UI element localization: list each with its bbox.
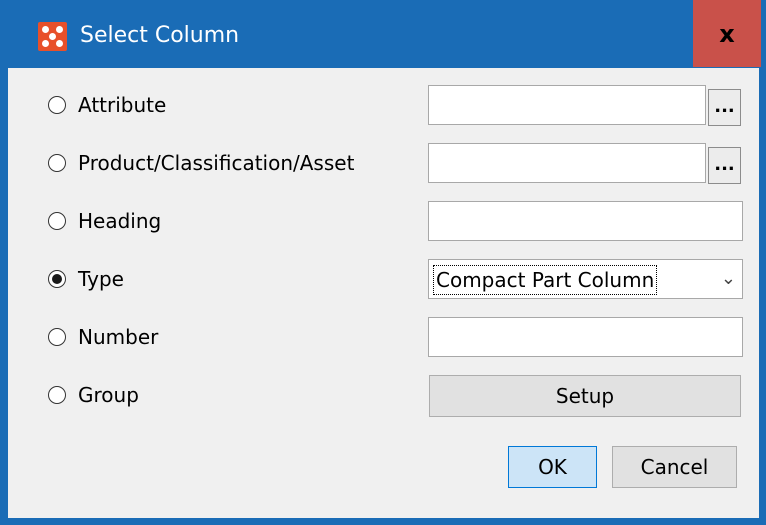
attribute-input[interactable] [428, 85, 706, 125]
close-button[interactable]: x [693, 0, 761, 67]
group-row: Group Setup [8, 375, 759, 417]
type-radio[interactable] [48, 270, 66, 288]
type-row: Type Compact Part Column ⌄ [8, 259, 759, 301]
chevron-down-icon: ⌄ [720, 268, 736, 289]
window-title: Select Column [80, 23, 240, 48]
number-row: Number [8, 317, 759, 359]
close-icon: x [719, 19, 735, 48]
heading-radio[interactable] [48, 212, 66, 230]
number-label[interactable]: Number [78, 325, 158, 349]
heading-input[interactable] [428, 201, 743, 241]
title-bar[interactable]: Select Column x [0, 0, 766, 68]
product-browse-button[interactable]: ... [708, 147, 741, 184]
type-select[interactable]: Compact Part Column ⌄ [428, 259, 743, 299]
product-row: Product/Classification/Asset ... [8, 143, 759, 185]
attribute-browse-button[interactable]: ... [708, 89, 741, 126]
number-input[interactable] [428, 317, 743, 357]
app-logo-icon [38, 22, 67, 51]
type-selected-value: Compact Part Column [433, 265, 658, 295]
heading-row: Heading [8, 201, 759, 243]
heading-label[interactable]: Heading [78, 209, 161, 233]
product-label[interactable]: Product/Classification/Asset [78, 151, 354, 175]
cancel-button[interactable]: Cancel [612, 446, 737, 488]
group-label[interactable]: Group [78, 383, 139, 407]
attribute-radio[interactable] [48, 96, 66, 114]
ok-button[interactable]: OK [508, 446, 597, 488]
group-radio[interactable] [48, 386, 66, 404]
product-input[interactable] [428, 143, 706, 183]
attribute-row: Attribute ... [8, 85, 759, 127]
dialog-window: Select Column x Attribute ... Product/Cl… [0, 0, 766, 525]
type-label[interactable]: Type [78, 267, 124, 291]
number-radio[interactable] [48, 328, 66, 346]
dialog-body: Attribute ... Product/Classification/Ass… [8, 68, 759, 518]
attribute-label[interactable]: Attribute [78, 93, 166, 117]
product-radio[interactable] [48, 154, 66, 172]
setup-button[interactable]: Setup [429, 375, 741, 417]
